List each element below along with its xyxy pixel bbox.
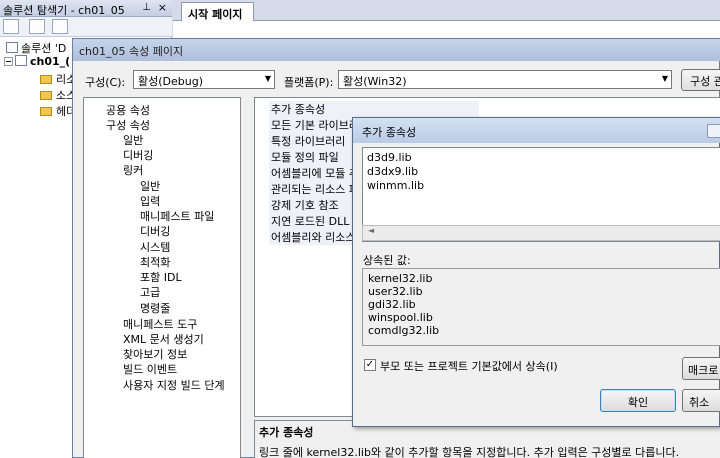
show-all-files-icon[interactable] [29, 19, 45, 34]
solution-explorer-title-text: 솔루션 탐색기 - ch01_05 [3, 4, 125, 17]
tree-folder-sources[interactable]: 소스 [40, 87, 76, 103]
nav-item[interactable]: 포함 IDL [140, 269, 182, 285]
macro-button[interactable]: 매크로 [682, 357, 720, 380]
dependency-line: winmm.lib [367, 179, 425, 192]
dialog-help-button[interactable] [707, 124, 720, 138]
nav-item[interactable]: 사용자 지정 빌드 단계 [123, 377, 225, 393]
grid-row[interactable]: 추가 종속성 [269, 101, 479, 117]
project-icon [15, 55, 27, 66]
config-select[interactable]: 활성(Debug) ▼ [133, 70, 275, 89]
nav-item[interactable]: 명령줄 [140, 300, 170, 316]
platform-select[interactable]: 활성(Win32) ▼ [338, 70, 672, 89]
solution-icon [6, 42, 18, 53]
inherit-checkbox-label[interactable]: 부모 또는 프로젝트 기본값에서 상속(I) [380, 358, 558, 374]
pin-icon[interactable]: ⊥ [142, 2, 151, 13]
nav-item[interactable]: 시스템 [140, 239, 170, 255]
config-label: 구성(C): [85, 76, 126, 89]
horizontal-scrollbar[interactable]: ◄ [362, 225, 720, 241]
folder-icon [40, 91, 52, 100]
folder-icon [40, 107, 52, 116]
property-pages-title: ch01_05 속성 페이지 [73, 39, 720, 61]
inherited-value: gdi32.lib [368, 298, 416, 311]
document-tab-strip: 시작 페이지 [173, 0, 720, 21]
tree-solution[interactable]: 솔루션 'D [6, 40, 66, 56]
inherited-value: kernel32.lib [368, 272, 433, 285]
nav-item-selected[interactable]: 입력 [140, 193, 160, 209]
dependency-line: d3dx9.lib [367, 165, 419, 178]
nav-item[interactable]: 디버깅 [140, 223, 170, 239]
add-dependencies-dialog: 추가 종속성 d3d9.lib d3dx9.lib winmm.lib ◄ 상속… [352, 117, 720, 427]
description-text: 링크 줄에 kernel32.lib와 같이 추가할 항목을 지정합니다. 추가… [259, 446, 680, 458]
nav-item[interactable]: 찾아보기 정보 [123, 346, 187, 362]
nav-item[interactable]: 일반 [140, 178, 160, 194]
nav-item[interactable]: 일반 [123, 132, 143, 148]
nav-item[interactable]: 최적화 [140, 254, 170, 270]
platform-label: 플랫폼(P): [284, 76, 334, 89]
inherited-values-list: kernel32.lib user32.lib gdi32.lib winspo… [362, 268, 720, 346]
chevron-down-icon: ▼ [661, 74, 668, 83]
nav-item[interactable]: 링커 [123, 162, 143, 178]
nav-item[interactable]: 공용 속성 [106, 102, 150, 118]
dependency-line: d3d9.lib [367, 151, 412, 164]
tree-project[interactable]: − ch01_( [4, 55, 70, 68]
tree-folder-resources[interactable]: 리소 [40, 71, 76, 87]
nav-item[interactable]: 매니페스트 도구 [123, 316, 197, 332]
tab-start-page[interactable]: 시작 페이지 [181, 2, 254, 21]
config-manager-button[interactable]: 구성 관 [681, 69, 720, 91]
inherited-value: user32.lib [368, 285, 423, 298]
collapse-icon[interactable]: − [4, 57, 13, 66]
property-nav-tree: 공용 속성 구성 속성 일반 디버깅 링커 일반 입력 매니페스트 파일 디버깅… [83, 97, 241, 458]
close-icon[interactable]: × [158, 1, 167, 14]
properties-icon[interactable] [3, 19, 19, 34]
chevron-down-icon: ▼ [264, 74, 271, 83]
refresh-icon[interactable] [52, 19, 68, 34]
nav-item[interactable]: 고급 [140, 284, 160, 300]
tree-folder-headers[interactable]: 헤더 [40, 103, 76, 119]
inherited-value: comdlg32.lib [368, 324, 440, 337]
nav-item[interactable]: XML 문서 생성기 [123, 331, 204, 347]
inherited-values-label: 상속된 값: [363, 254, 411, 267]
ok-button[interactable]: 확인 [600, 389, 676, 412]
inherited-value: winspool.lib [368, 311, 433, 324]
nav-item[interactable]: 구성 속성 [106, 117, 150, 133]
nav-item[interactable]: 디버깅 [123, 147, 153, 163]
dialog-title: 추가 종속성 [353, 118, 720, 143]
solution-explorer-toolbar [0, 17, 172, 37]
cancel-button[interactable]: 취소 [682, 389, 720, 412]
nav-item[interactable]: 빌드 이벤트 [123, 361, 177, 377]
nav-item[interactable]: 매니페스트 파일 [140, 208, 214, 224]
inherit-checkbox[interactable]: ✓ [364, 359, 376, 371]
folder-icon [40, 75, 52, 84]
scroll-left-icon[interactable]: ◄ [368, 226, 374, 235]
